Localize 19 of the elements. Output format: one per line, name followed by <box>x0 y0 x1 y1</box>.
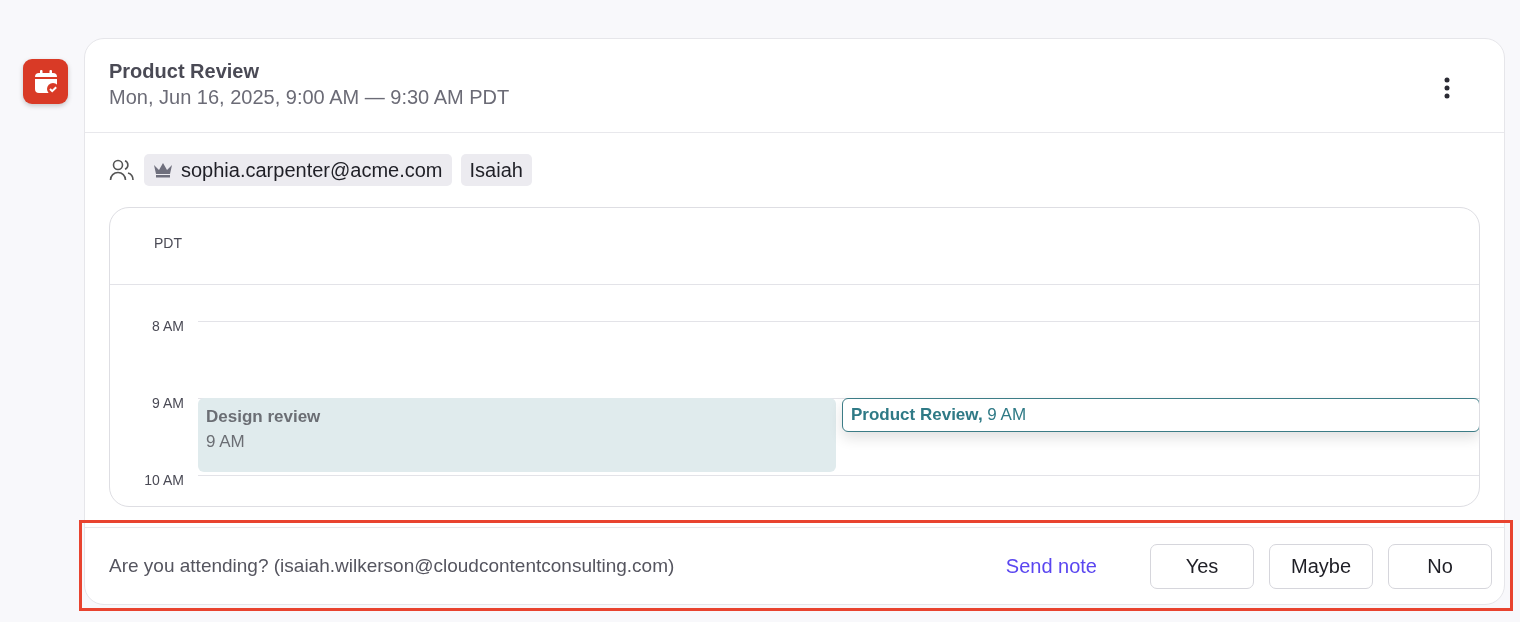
rsvp-button[interactable]: No <box>1388 543 1492 589</box>
current-event[interactable]: Product Review, 9 AM <box>842 398 1479 432</box>
hour-label: 9 AM <box>151 395 184 411</box>
crown-icon <box>153 162 173 178</box>
people-icon <box>109 158 135 182</box>
attendee-chip: sophia.carpenter@acme.com <box>144 154 452 186</box>
calendar-app-icon <box>23 59 68 104</box>
hour-label: 8 AM <box>151 318 184 334</box>
event-time: Mon, Jun 16, 2025, 9:00 AM — 9:30 AM PDT <box>109 85 510 110</box>
rsvp-question: Are you attending? (isaiah.wilkerson@cloudcontentconsulting.com) <box>109 553 676 578</box>
more-options-icon[interactable] <box>1444 77 1450 99</box>
calendar-event[interactable]: Design review 9 AM <box>198 398 836 472</box>
hour-label: 10 AM <box>143 472 184 488</box>
rsvp-button[interactable]: Yes <box>1150 543 1254 589</box>
timezone-label: PDT <box>154 235 182 251</box>
send-note-link[interactable]: Send note <box>999 550 1103 582</box>
attendee-chip: Isaiah <box>460 154 532 186</box>
rsvp-button[interactable]: Maybe <box>1269 543 1373 589</box>
event-title: Product Review <box>109 59 261 83</box>
